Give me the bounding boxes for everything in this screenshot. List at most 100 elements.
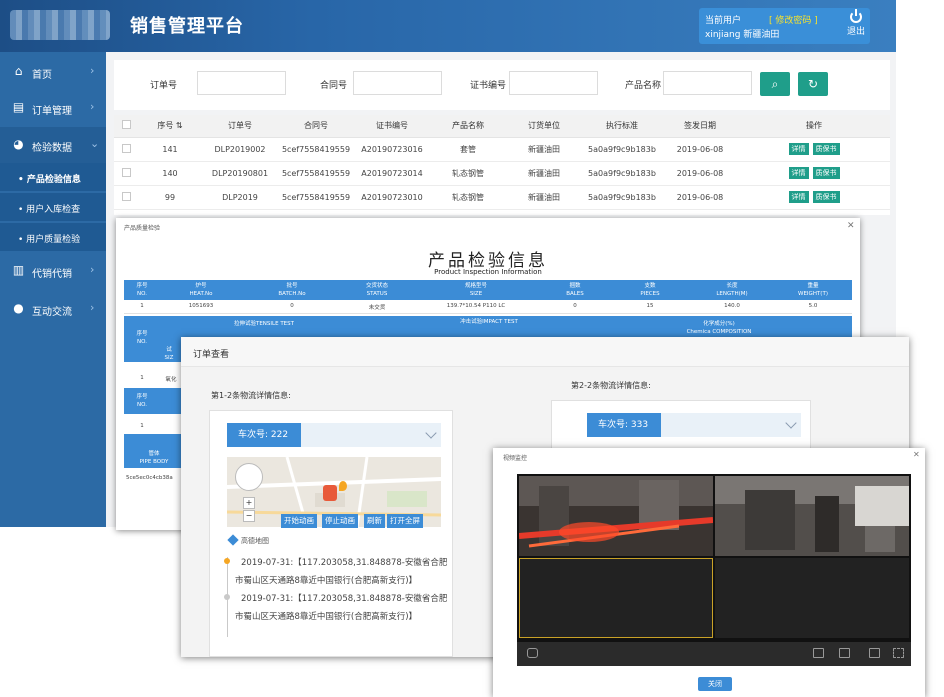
camera-feed-2[interactable] <box>715 476 909 556</box>
table-header-row: 序号 ⇅ 订单号 合同号 证书编号 产品名称 订货单位 执行标准 签发日期 操作 <box>114 115 890 138</box>
cell-no: 1 <box>140 375 144 381</box>
window-icon[interactable] <box>813 648 824 658</box>
table-cell: 5a0a9f9c9b183b <box>582 161 662 186</box>
table-cell: 5a0a9f9c9b183b <box>582 137 662 162</box>
chat-icon: ● <box>13 301 24 315</box>
cell-length: 140.0 <box>724 303 740 309</box>
detail-button[interactable]: 详情 <box>788 167 809 179</box>
video-grid <box>517 474 911 666</box>
sidebar-subitem-label: • 用户质量检验 <box>18 235 81 245</box>
table-cell: 2019-06-08 <box>662 137 738 162</box>
close-icon[interactable]: ✕ <box>847 221 855 231</box>
actions-cell: 详情 质保书 <box>738 137 890 162</box>
stop-animation-button[interactable]: 停止动画 <box>322 514 358 528</box>
inspection-heading-en: Product Inspection Information <box>434 268 542 276</box>
screen-icon[interactable] <box>869 648 880 658</box>
video-monitor-dialog: 视频监控 ✕ 关闭 <box>493 448 925 697</box>
inspection-table: 序号 ⇅ 订单号 合同号 证书编号 产品名称 订货单位 执行标准 签发日期 操作… <box>114 115 890 215</box>
fullscreen-icon[interactable] <box>893 648 904 658</box>
cert-no-input[interactable] <box>509 71 598 95</box>
detail-button[interactable]: 详情 <box>788 191 809 203</box>
start-animation-button[interactable]: 开始动画 <box>281 514 317 528</box>
cell-no: 1 <box>140 423 144 429</box>
sidebar-subitem-quality-check[interactable]: • 用户质量检验 <box>0 223 106 251</box>
close-icon[interactable]: ✕ <box>913 450 920 459</box>
filter-bar: 订单号 合同号 证书编号 产品名称 ⌕ ↻ <box>114 60 890 110</box>
sidebar-item-home[interactable]: ⌂ 首页 › <box>0 54 106 90</box>
cell-heat: 1051693 <box>188 303 214 309</box>
logout-button[interactable]: 退出 <box>845 9 867 37</box>
log-entry-line: 市蜀山区天通路8靠近中国银行(合肥高新支行)】 <box>235 612 418 622</box>
contract-no-input[interactable] <box>353 71 442 95</box>
sidebar-item-label: 互动交流 <box>32 307 72 318</box>
row-checkbox[interactable] <box>114 185 138 210</box>
detail-button[interactable]: 详情 <box>788 143 809 155</box>
camera-feed-1[interactable] <box>519 476 713 556</box>
table-cell: A20190723014 <box>354 161 430 186</box>
select-all-checkbox[interactable] <box>114 115 138 138</box>
refresh-button[interactable]: ↻ <box>798 72 828 96</box>
order-no-label: 订单号 <box>150 81 178 91</box>
table-cell: A20190723016 <box>354 137 430 162</box>
header-heat: 炉号 HEAT.No <box>189 283 213 297</box>
quality-cert-button[interactable]: 质保书 <box>812 143 840 155</box>
refresh-icon: ↻ <box>807 77 819 91</box>
header-status: 交货状态 STATUS <box>365 283 388 297</box>
pie-chart-icon: ◕ <box>13 137 24 151</box>
refresh-map-button[interactable]: 刷新 <box>364 514 385 528</box>
sidebar-item-orders[interactable]: ▤ 订单管理 › <box>0 90 106 126</box>
header-length: 长度 LENGTH(M) <box>716 283 748 297</box>
table-cell: 5cef7558419559 <box>278 185 354 210</box>
log-entry-line: 2019-07-31:【117.203058,31.848878-安徽省合肥 <box>241 558 448 568</box>
sidebar-item-interaction[interactable]: ● 互动交流 › <box>0 291 106 327</box>
row-checkbox[interactable] <box>114 161 138 186</box>
camera-snapshot-icon[interactable] <box>527 648 538 658</box>
close-button[interactable]: 关闭 <box>698 677 732 691</box>
dialog-title: 产品质量检验 <box>124 225 161 232</box>
car-number-left: 车次号: 222 <box>227 423 301 447</box>
logout-label: 退出 <box>846 27 865 37</box>
header-pieces: 支数 PIECES <box>640 283 660 297</box>
dialog-header: 订单查看 <box>181 337 909 367</box>
quality-cert-button[interactable]: 质保书 <box>812 191 840 203</box>
sidebar-item-inspection[interactable]: ◕ 检验数据 ⌄ <box>0 127 106 163</box>
change-password-link[interactable]: [ 修改密码 ] <box>769 13 818 26</box>
sidebar-subitem-label: • 产品检验信息 <box>18 175 81 185</box>
header-weight: 重量 WEIGHT(T) <box>798 283 828 297</box>
fullscreen-button[interactable]: 打开全屏 <box>387 514 423 528</box>
table-cell: 5cef7558419559 <box>278 137 354 162</box>
layout-grid-icon[interactable] <box>839 648 850 658</box>
cell-text: 氧化 <box>165 377 177 383</box>
cell-size: 139.7*10.54 P110 LC <box>446 303 506 309</box>
timeline-dot <box>224 594 230 600</box>
search-button[interactable]: ⌕ <box>760 72 790 96</box>
camera-feed-4[interactable] <box>715 558 909 638</box>
table-cell: 141 <box>138 137 202 162</box>
row-checkbox[interactable] <box>114 137 138 162</box>
table-cell: A20190723010 <box>354 185 430 210</box>
map-pan-control[interactable] <box>235 463 263 491</box>
header-bales: 捆数 BALES <box>566 283 584 297</box>
camera-feed-3[interactable] <box>519 558 713 638</box>
sidebar-item-consignment[interactable]: ▥ 代销代销 › <box>0 253 106 289</box>
column-header[interactable]: 序号 ⇅ <box>138 115 202 138</box>
sidebar-subitem-warehouse-check[interactable]: • 用户入库检查 <box>0 193 106 221</box>
table-cell: DLP2019002 <box>202 137 278 162</box>
table-cell: DLP20190801 <box>202 161 278 186</box>
sidebar-subitem-product-inspection[interactable]: • 产品检验信息 <box>0 163 106 191</box>
column-header: 操作 <box>738 115 890 138</box>
zoom-in-icon[interactable]: + <box>243 497 255 509</box>
factory-scene-2 <box>715 476 909 556</box>
power-icon <box>850 9 862 23</box>
logistics-title-right: 第2-2条物流详情信息: <box>571 381 651 390</box>
table-cell: 轧态钢管 <box>430 161 506 186</box>
order-no-input[interactable] <box>197 71 286 95</box>
product-name-input[interactable] <box>663 71 752 95</box>
chevron-right-icon: › <box>90 301 95 314</box>
quality-cert-button[interactable]: 质保书 <box>812 167 840 179</box>
top-bar: 销售管理平台 当前用户 [ 修改密码 ] xinjiang 新疆油田 退出 <box>0 0 896 52</box>
chevron-right-icon: › <box>90 263 95 276</box>
inspection-row: 1 1051693 0 未交货 139.7*10.54 P110 LC 0 15… <box>124 300 852 314</box>
cert-no-label: 证书编号 <box>470 81 507 91</box>
zoom-out-icon[interactable]: − <box>243 510 255 522</box>
